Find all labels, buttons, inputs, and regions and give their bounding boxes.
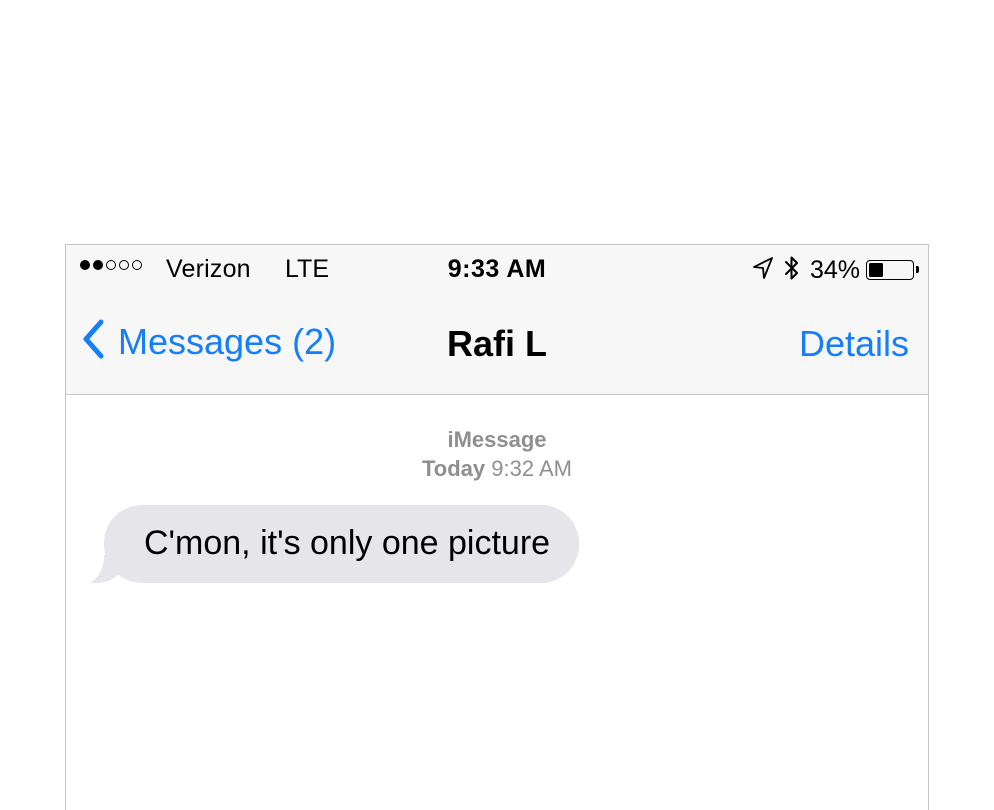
page: Verizon LTE 9:33 AM 34% Messages (2) Raf… (0, 0, 994, 810)
details-button[interactable]: Details (799, 323, 909, 365)
bluetooth-icon (784, 254, 800, 287)
timestamp-day: Today (422, 456, 486, 481)
conversation-view[interactable]: iMessage Today 9:32 AM C'mon, it's only … (66, 395, 928, 810)
top-bars: Verizon LTE 9:33 AM 34% Messages (2) Raf… (66, 245, 928, 395)
status-right-group: 34% (752, 253, 919, 287)
phone-screen: Verizon LTE 9:33 AM 34% Messages (2) Raf… (65, 244, 929, 810)
message-bubble: C'mon, it's only one picture (104, 505, 580, 583)
navigation-bar: Messages (2) Rafi L Details (66, 295, 928, 395)
battery-percentage: 34% (809, 255, 860, 284)
status-bar: Verizon LTE 9:33 AM 34% (66, 245, 928, 295)
service-label: iMessage (447, 427, 547, 452)
message-timestamp: Today 9:32 AM (66, 456, 928, 482)
location-arrow-icon (752, 256, 774, 285)
battery-level-fill (869, 263, 883, 277)
battery-icon (866, 260, 919, 280)
timestamp-time: 9:32 AM (491, 456, 572, 481)
incoming-message[interactable]: C'mon, it's only one picture (90, 505, 580, 584)
